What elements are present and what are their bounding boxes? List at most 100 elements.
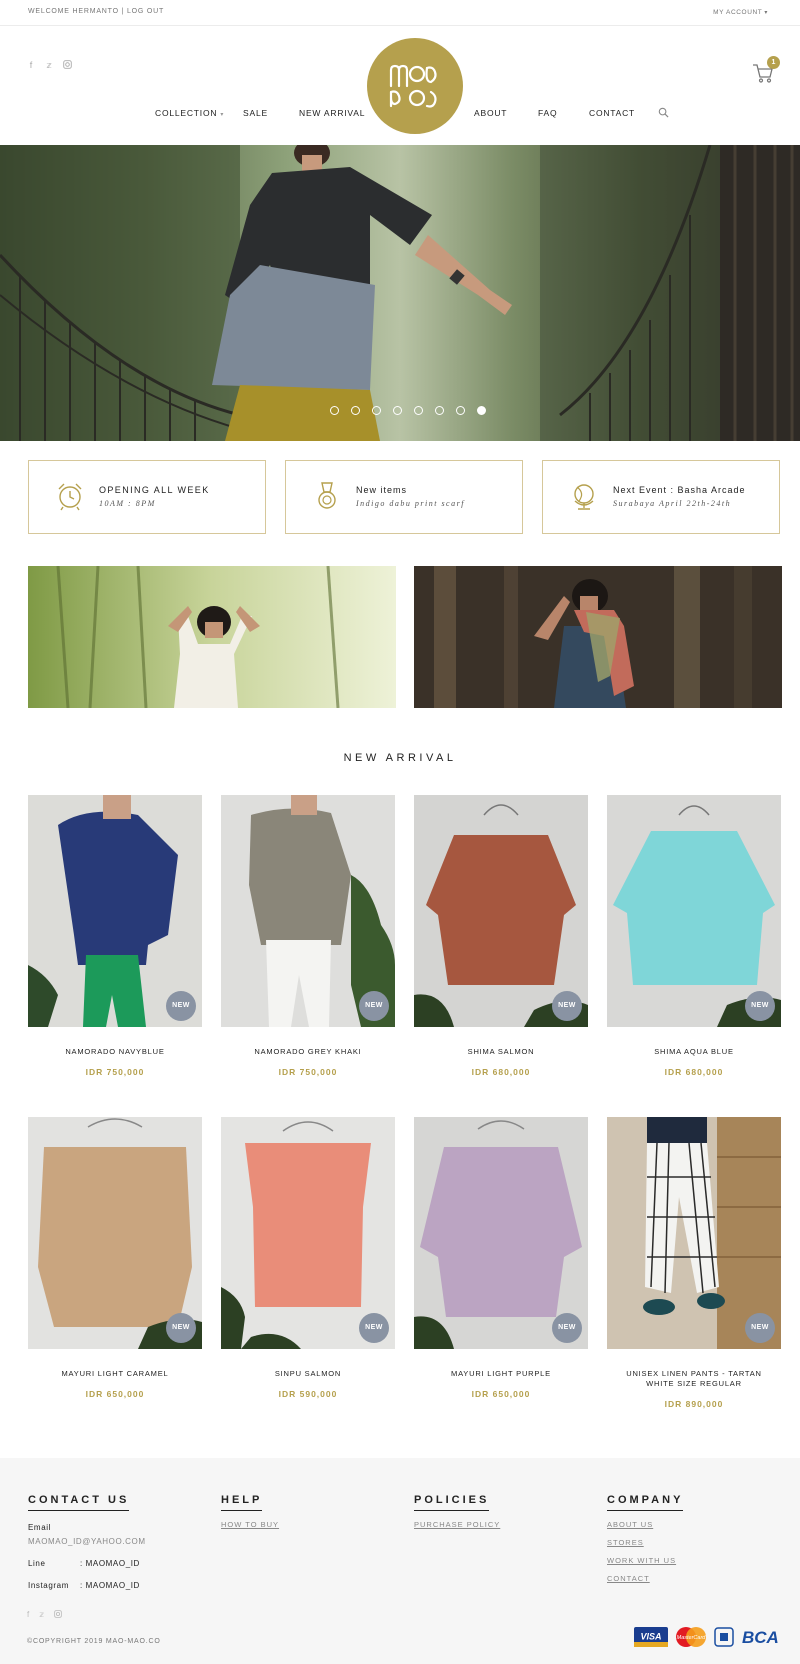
product-price: IDR 650,000 xyxy=(85,1389,145,1399)
product-card[interactable]: NEW NAMORADO NAVYBLUE IDR 750,000 xyxy=(28,795,202,1077)
footer-policies: POLICIES PURCHASE POLICY xyxy=(414,1490,500,1529)
new-badge: NEW xyxy=(359,1313,389,1343)
twitter-icon[interactable]: 𝕫 xyxy=(45,60,53,71)
chevron-down-icon: ▾ xyxy=(764,10,768,16)
product-name[interactable]: SHIMA AQUA BLUE xyxy=(607,1047,781,1057)
bca-logo-icon: BCA xyxy=(742,1628,779,1647)
product-image[interactable]: NEW xyxy=(28,1117,202,1349)
facebook-icon[interactable]: f xyxy=(27,1610,29,1620)
nav-new-arrival[interactable]: NEW ARRIVAL xyxy=(299,108,365,118)
nav-collection[interactable]: COLLECTION ▾ xyxy=(155,108,224,118)
banner-image xyxy=(28,566,396,708)
product-card[interactable]: NEW SHIMA SALMON IDR 680,000 xyxy=(414,795,588,1077)
header: f 𝕫 1 COLLECTION ▾ SALE NEW ARRIVAL ABOU… xyxy=(0,26,800,146)
footer: CONTACT US Email MAOMAO_ID@YAHOO.COM Lin… xyxy=(0,1458,800,1664)
contact-line-label: Line xyxy=(28,1559,46,1568)
search-icon[interactable] xyxy=(658,107,670,119)
slide-dot-active[interactable] xyxy=(477,406,486,415)
logout-link[interactable]: LOG OUT xyxy=(127,8,164,15)
nav-sale[interactable]: SALE xyxy=(243,108,268,118)
product-name[interactable]: MAYURI LIGHT PURPLE xyxy=(414,1369,588,1379)
main-nav: COLLECTION ▾ SALE NEW ARRIVAL ABOUT FAQ C… xyxy=(0,107,800,124)
contact-email[interactable]: MAOMAO_ID@YAHOO.COM xyxy=(28,1537,146,1546)
slider-dots xyxy=(330,406,486,415)
product-name[interactable]: NAMORADO GREY KHAKI xyxy=(221,1047,395,1057)
bca-emblem-icon xyxy=(714,1627,734,1647)
product-card[interactable]: NEW SHIMA AQUA BLUE IDR 680,000 xyxy=(607,795,781,1077)
product-image[interactable]: NEW xyxy=(414,795,588,1027)
product-price: IDR 750,000 xyxy=(85,1067,145,1077)
footer-contact: CONTACT US Email MAOMAO_ID@YAHOO.COM Lin… xyxy=(28,1490,145,1591)
product-card[interactable]: NEW NAMORADO GREY KHAKI IDR 750,000 xyxy=(221,795,395,1077)
product-image[interactable]: NEW xyxy=(414,1117,588,1349)
product-price: IDR 890,000 xyxy=(664,1399,724,1409)
hero-slider[interactable] xyxy=(0,145,800,441)
contact-instagram-label: Instagram xyxy=(28,1581,69,1590)
cart-button[interactable]: 1 xyxy=(752,56,780,84)
top-bar: WELCOME HERMANTO | LOG OUT MY ACCOUNT ▾ xyxy=(0,0,800,26)
footer-link-contact[interactable]: CONTACT xyxy=(607,1574,683,1583)
slide-dot[interactable] xyxy=(351,406,360,415)
product-image[interactable]: NEW xyxy=(221,795,395,1027)
product-card[interactable]: NEW MAYURI LIGHT CARAMEL IDR 650,000 xyxy=(28,1117,202,1399)
my-account-label: MY ACCOUNT xyxy=(713,9,763,16)
new-badge: NEW xyxy=(359,991,389,1021)
new-badge: NEW xyxy=(166,991,196,1021)
slide-dot[interactable] xyxy=(393,406,402,415)
welcome-separator: | xyxy=(121,8,125,15)
product-price: IDR 750,000 xyxy=(278,1067,338,1077)
footer-link-about-us[interactable]: ABOUT US xyxy=(607,1520,683,1529)
nav-about[interactable]: ABOUT xyxy=(474,108,507,118)
footer-link-work-with-us[interactable]: WORK WITH US xyxy=(607,1556,683,1565)
welcome-user: WELCOME HERMANTO xyxy=(28,8,119,15)
product-image[interactable]: NEW xyxy=(607,1117,781,1349)
footer-link-how-to-buy[interactable]: HOW TO BUY xyxy=(221,1520,279,1529)
product-price: IDR 590,000 xyxy=(278,1389,338,1399)
promo-banner-left[interactable] xyxy=(28,566,396,708)
product-card[interactable]: NEW MAYURI LIGHT PURPLE IDR 650,000 xyxy=(414,1117,588,1399)
product-name[interactable]: SINPU SALMON xyxy=(221,1369,395,1379)
product-image[interactable]: NEW xyxy=(28,795,202,1027)
product-price: IDR 680,000 xyxy=(471,1067,531,1077)
footer-heading: COMPANY xyxy=(607,1494,684,1511)
footer-heading: HELP xyxy=(221,1494,263,1511)
footer-link-purchase-policy[interactable]: PURCHASE POLICY xyxy=(414,1520,500,1529)
product-card[interactable]: NEW UNISEX LINEN PANTS - TARTAN WHITE SI… xyxy=(607,1117,781,1409)
social-links: f 𝕫 xyxy=(27,60,72,71)
product-image[interactable]: NEW xyxy=(607,795,781,1027)
banner-image xyxy=(414,566,782,708)
slide-dot[interactable] xyxy=(456,406,465,415)
product-name[interactable]: SHIMA SALMON xyxy=(414,1047,588,1057)
cart-count-badge: 1 xyxy=(767,56,780,69)
mastercard-logo-icon: MasterCard xyxy=(676,1627,706,1647)
product-image[interactable]: NEW xyxy=(221,1117,395,1349)
product-name[interactable]: UNISEX LINEN PANTS - TARTAN WHITE SIZE R… xyxy=(607,1369,781,1389)
product-name[interactable]: NAMORADO NAVYBLUE xyxy=(28,1047,202,1057)
new-badge: NEW xyxy=(552,991,582,1021)
footer-help: HELP HOW TO BUY xyxy=(221,1490,279,1529)
slide-dot[interactable] xyxy=(414,406,423,415)
instagram-icon[interactable] xyxy=(54,1610,62,1620)
contact-instagram: : MAOMAO_ID xyxy=(80,1581,140,1590)
info-title: OPENING ALL WEEK xyxy=(99,485,210,495)
product-name[interactable]: MAYURI LIGHT CARAMEL xyxy=(28,1369,202,1379)
info-box-new-items: New items Indigo dabu print scarf xyxy=(285,460,523,534)
new-badge: NEW xyxy=(552,1313,582,1343)
facebook-icon[interactable]: f xyxy=(27,60,35,71)
info-box-hours: OPENING ALL WEEK 10AM : 8PM xyxy=(28,460,266,534)
my-account-menu[interactable]: MY ACCOUNT ▾ xyxy=(713,9,768,16)
promo-banner-right[interactable] xyxy=(414,566,782,708)
copyright-text: ©COPYRIGHT 2019 MAO-MAO.CO xyxy=(27,1638,161,1645)
footer-link-stores[interactable]: STORES xyxy=(607,1538,683,1547)
slide-dot[interactable] xyxy=(372,406,381,415)
nav-contact[interactable]: CONTACT xyxy=(589,108,635,118)
instagram-icon[interactable] xyxy=(63,60,72,71)
product-card[interactable]: NEW SINPU SALMON IDR 590,000 xyxy=(221,1117,395,1399)
visa-label: VISA xyxy=(640,1632,661,1642)
slide-dot[interactable] xyxy=(435,406,444,415)
new-badge: NEW xyxy=(745,1313,775,1343)
twitter-icon[interactable]: 𝕫 xyxy=(39,1610,44,1620)
nav-faq[interactable]: FAQ xyxy=(538,108,557,118)
footer-social-links: f 𝕫 xyxy=(27,1610,62,1620)
slide-dot[interactable] xyxy=(330,406,339,415)
